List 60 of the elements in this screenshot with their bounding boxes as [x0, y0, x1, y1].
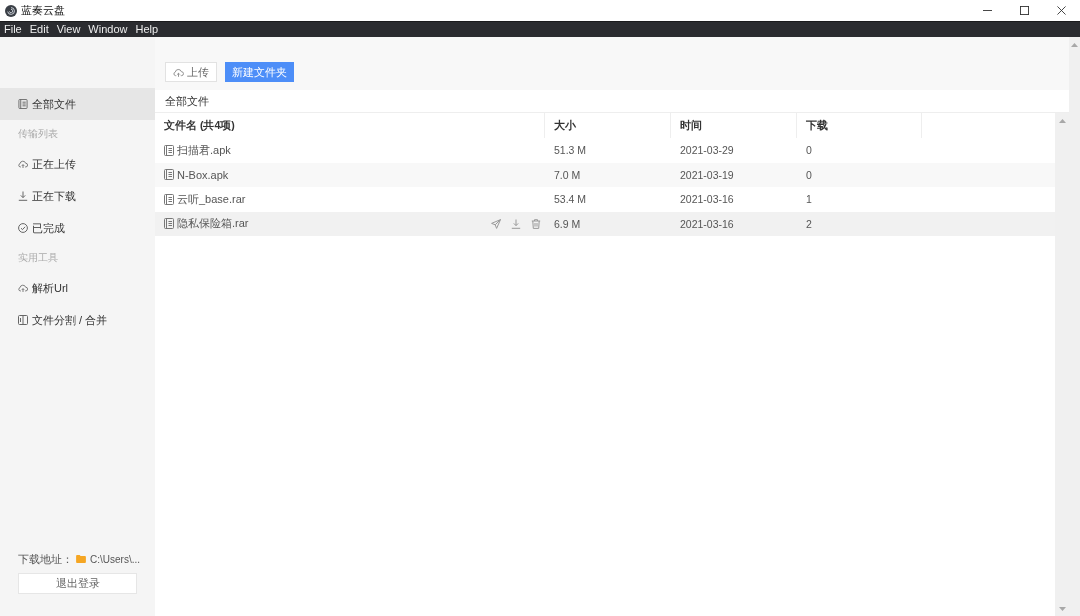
scrollbar[interactable] — [1069, 37, 1080, 616]
upload-button[interactable]: 上传 — [165, 62, 217, 82]
logout-button[interactable]: 退出登录 — [18, 573, 137, 594]
menu-item[interactable]: Window — [84, 22, 132, 37]
trash-icon[interactable] — [531, 218, 541, 229]
menu-item[interactable]: Edit — [25, 22, 53, 37]
sidebar-item[interactable]: 正在下载 — [0, 180, 155, 212]
sidebar-item[interactable]: 全部文件 — [0, 88, 155, 120]
download-path-value[interactable]: C:\Users\... — [90, 553, 140, 565]
table-cell-text: 2021-03-19 — [679, 168, 735, 181]
sidebar-item[interactable]: 已完成 — [0, 212, 155, 244]
send-icon[interactable] — [491, 218, 501, 229]
document-icon — [164, 144, 174, 156]
sidebar-item[interactable]: 解析Url — [0, 272, 155, 304]
file-name: 隐私保险箱.rar — [177, 216, 250, 232]
cloud-upload-icon — [18, 283, 28, 293]
file-name: N-Box.apk — [177, 168, 230, 181]
split-columns-icon — [18, 315, 28, 325]
table-cell-text: 2 — [805, 217, 813, 230]
maximize-icon — [1020, 6, 1029, 15]
table-cell-text: 7.0 M — [553, 168, 582, 181]
sidebar-item[interactable]: 正在上传 — [0, 148, 155, 180]
scroll-down-icon[interactable] — [1058, 607, 1066, 611]
document-icon — [164, 193, 174, 205]
table-cell-text: 53.4 M — [553, 193, 588, 206]
sidebar-item[interactable]: 文件分割 / 合并 — [0, 304, 155, 336]
table-cell-text: 2021-03-16 — [679, 193, 735, 206]
document-icon — [164, 169, 174, 181]
menu-item[interactable]: Help — [131, 22, 163, 37]
table-cell-text: 0 — [805, 168, 813, 181]
cloud-upload-icon — [173, 67, 184, 77]
file-name: 扫描君.apk — [177, 142, 232, 158]
document-icon — [18, 99, 28, 109]
sidebar-heading: 传输列表 — [17, 127, 59, 141]
window-title: 蓝奏云盘 — [21, 3, 65, 18]
scroll-up-icon[interactable] — [1058, 119, 1066, 123]
minimize-icon — [983, 10, 992, 11]
close-icon — [1057, 6, 1066, 15]
table-cell-text: 6.9 M — [553, 217, 582, 230]
table-cell-text: 51.3 M — [553, 144, 588, 157]
download-icon[interactable] — [511, 218, 521, 229]
download-path-label: 下载地址： — [18, 551, 73, 567]
table-cell-text: 1 — [805, 193, 813, 206]
app-logo-icon — [5, 4, 17, 17]
breadcrumb[interactable]: 全部文件 — [165, 93, 209, 109]
file-row[interactable]: 隐私保险箱.rar 6.9 M 2021-03-16 2 — [155, 211, 1055, 236]
table-cell-text: 0 — [805, 144, 813, 157]
menu-item[interactable]: File — [0, 22, 26, 37]
folder-icon — [76, 555, 86, 563]
scrollbar[interactable] — [1055, 113, 1069, 616]
file-name: 云听_base.rar — [177, 191, 247, 207]
check-circle-icon — [18, 223, 28, 233]
download-icon — [18, 191, 28, 201]
file-row[interactable]: N-Box.apk 7.0 M 2021-03-19 0 — [155, 162, 1055, 187]
menu-item[interactable]: View — [52, 22, 85, 37]
table-cell-text: 2021-03-16 — [679, 217, 735, 230]
cloud-upload-icon — [18, 159, 28, 169]
scroll-up-icon[interactable] — [1071, 43, 1078, 47]
document-icon — [164, 218, 174, 230]
table-cell-text: 2021-03-29 — [679, 144, 735, 157]
